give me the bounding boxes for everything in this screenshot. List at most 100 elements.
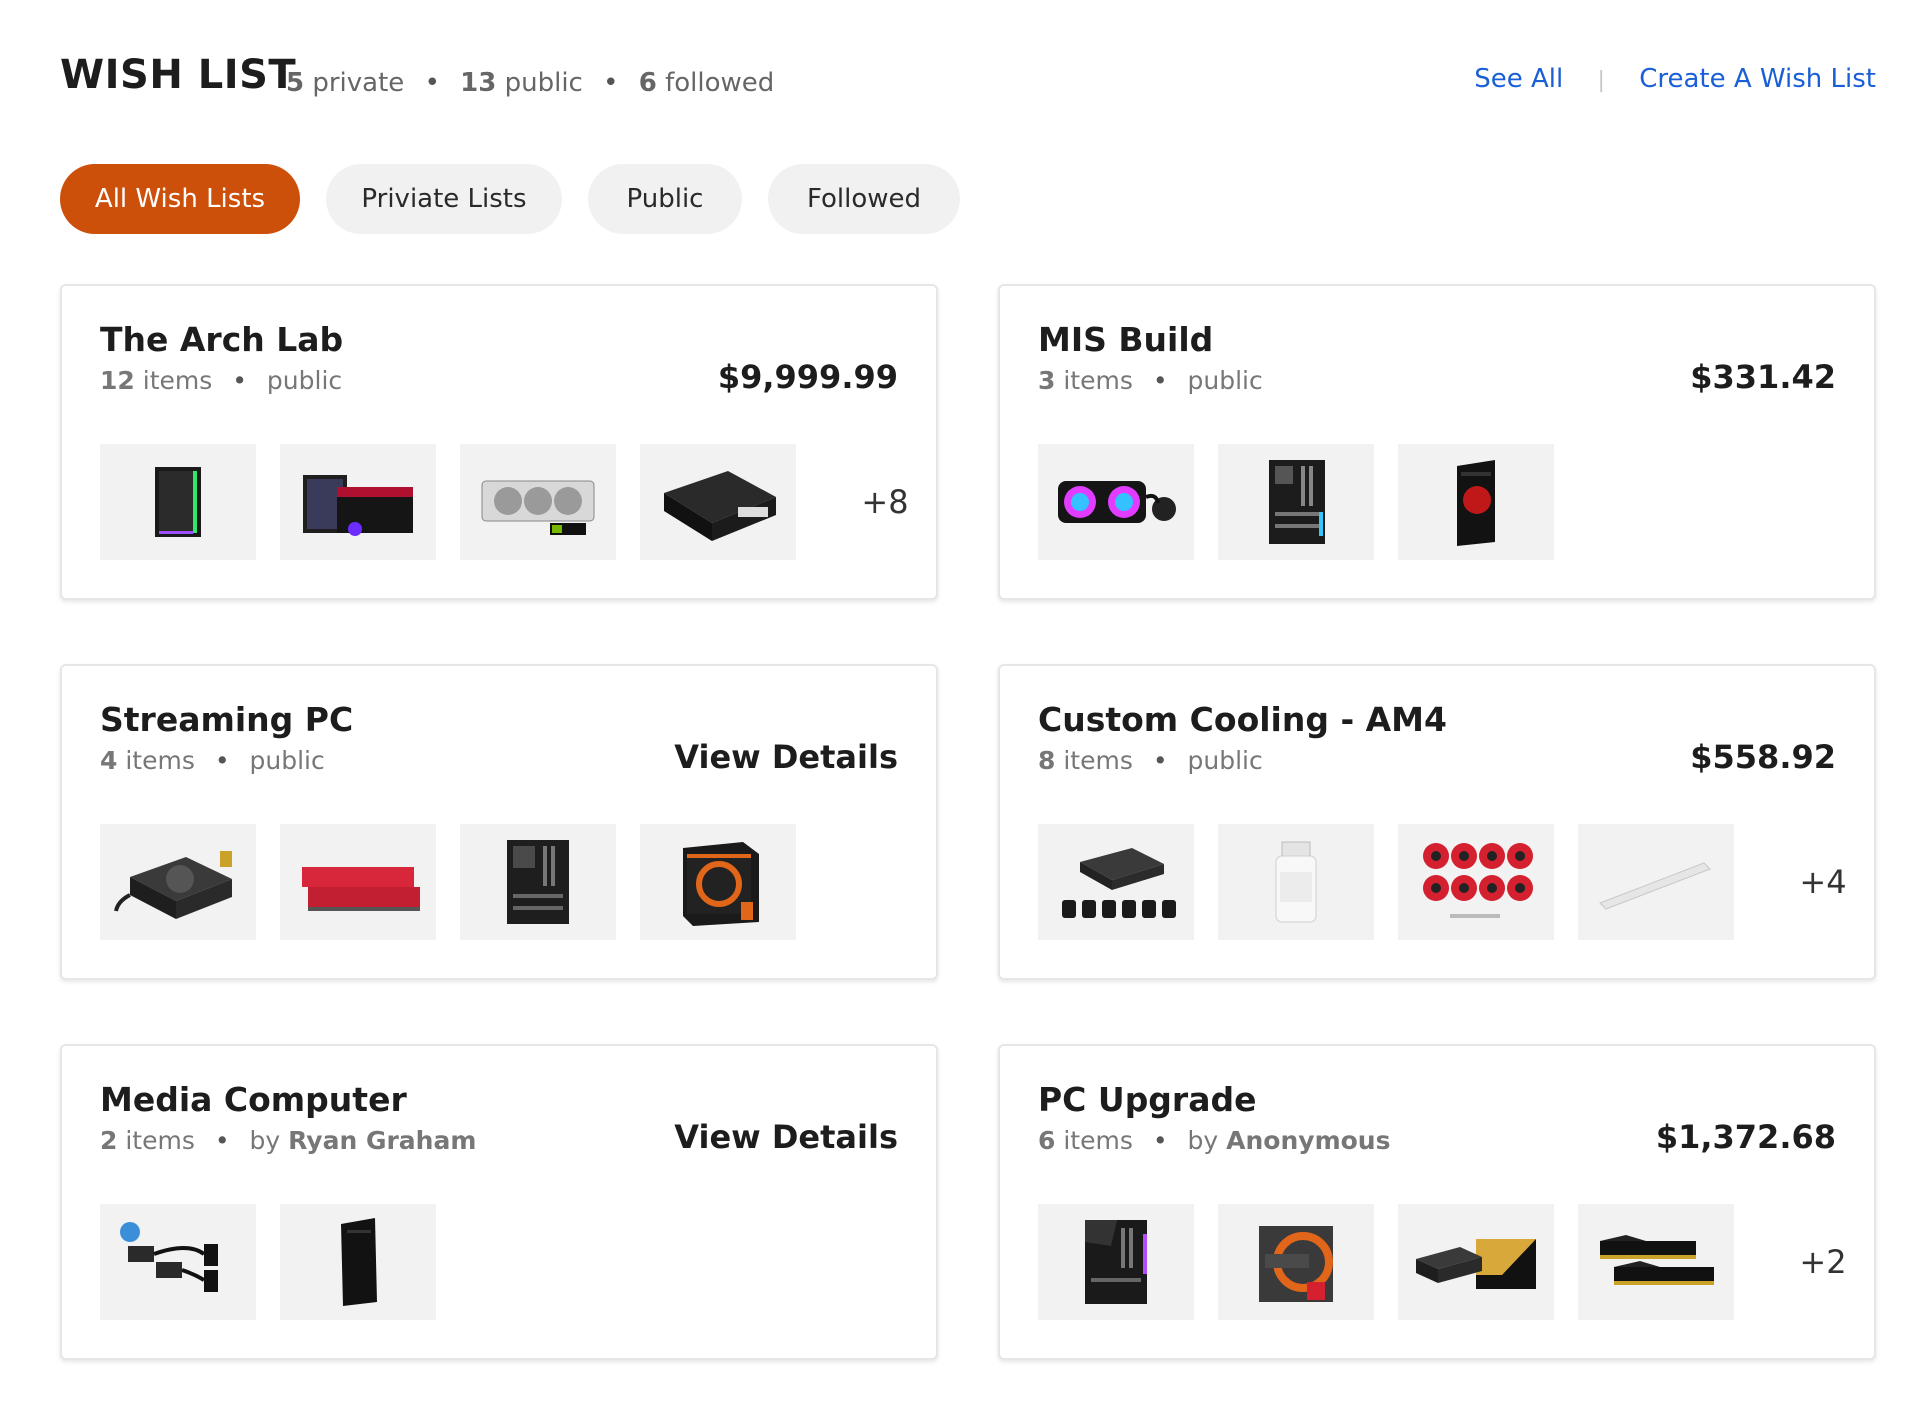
visibility-label: public: [249, 746, 325, 775]
tab-public[interactable]: Public: [588, 164, 742, 234]
separator-dot: •: [232, 366, 247, 395]
item-count-label: items: [125, 746, 195, 775]
separator-dot: •: [603, 68, 619, 98]
view-details-button[interactable]: View Details: [674, 738, 898, 776]
visibility-label: public: [266, 366, 343, 395]
see-all-link[interactable]: See All: [1474, 64, 1563, 94]
total-price: $9,999.99: [717, 358, 898, 396]
graphics-card-icon[interactable]: [460, 444, 616, 560]
item-count: 8: [1038, 746, 1056, 775]
separator-dot: •: [1152, 1126, 1168, 1155]
separator-dot: •: [1152, 366, 1168, 395]
more-items-count[interactable]: +2: [1758, 1204, 1888, 1320]
liquid-cooler-icon[interactable]: [1038, 444, 1194, 560]
pc-case-icon[interactable]: [1398, 444, 1554, 560]
wish-list-card-media-computer[interactable]: Media Computer 2 items • by Ryan Graham …: [60, 1044, 938, 1360]
card-meta: 12 items • public: [100, 366, 342, 395]
power-supply-icon[interactable]: [640, 444, 796, 560]
card-title: Media Computer: [100, 1080, 407, 1119]
item-count: 6: [1038, 1126, 1056, 1155]
cpu-box-icon[interactable]: [1218, 1204, 1374, 1320]
tube-icon[interactable]: [1578, 824, 1734, 940]
separator-dot: •: [214, 746, 230, 775]
by-label: by: [1187, 1126, 1219, 1155]
private-label: private: [312, 68, 405, 98]
card-meta: 8 items • public: [1038, 746, 1263, 775]
fittings-icon[interactable]: [1398, 824, 1554, 940]
followed-count: 6: [638, 68, 657, 98]
total-price: $558.92: [1690, 738, 1836, 776]
item-count: 4: [100, 746, 118, 775]
private-count: 5: [286, 68, 305, 98]
card-meta: 6 items • by Anonymous: [1038, 1126, 1390, 1155]
card-title: PC Upgrade: [1038, 1080, 1257, 1119]
visibility-label: public: [1187, 366, 1263, 395]
item-count: 2: [100, 1126, 118, 1155]
total-price: $331.42: [1690, 358, 1836, 396]
wishlist-stats: 5 private • 13 public • 6 followed: [286, 68, 774, 98]
tower-pc-icon[interactable]: [280, 1204, 436, 1320]
ram-icon[interactable]: [1578, 1204, 1734, 1320]
motherboard-icon[interactable]: [1038, 1204, 1194, 1320]
card-title: Custom Cooling - AM4: [1038, 700, 1447, 739]
public-label: public: [504, 68, 583, 98]
public-count: 13: [460, 68, 497, 98]
product-thumbnails: [1038, 444, 1554, 560]
cpu-box-icon[interactable]: [640, 824, 796, 940]
item-count-label: items: [142, 366, 213, 395]
author-name: Ryan Graham: [288, 1126, 477, 1155]
motherboard-icon[interactable]: [1218, 444, 1374, 560]
followed-label: followed: [665, 68, 775, 98]
product-thumbnails: [100, 1204, 436, 1320]
product-thumbnails: +4: [1038, 824, 1888, 940]
wish-list-card-mis-build[interactable]: MIS Build 3 items • public $331.42: [998, 284, 1876, 600]
card-meta: 4 items • public: [100, 746, 325, 775]
by-label: by: [249, 1126, 281, 1155]
item-count-label: items: [1063, 366, 1133, 395]
motherboard-box-icon[interactable]: [280, 444, 436, 560]
item-count: 3: [1038, 366, 1056, 395]
card-title: The Arch Lab: [100, 320, 344, 359]
link-separator: |: [1597, 68, 1605, 93]
page-title: WISH LIST: [60, 52, 297, 98]
more-items-count[interactable]: +8: [820, 444, 950, 560]
tab-private-lists[interactable]: Priviate Lists: [326, 164, 562, 234]
adapter-cable-icon[interactable]: [100, 1204, 256, 1320]
card-title: MIS Build: [1038, 320, 1214, 359]
visibility-label: public: [1187, 746, 1263, 775]
ram-icon[interactable]: [280, 824, 436, 940]
wish-list-card-pc-upgrade[interactable]: PC Upgrade 6 items • by Anonymous $1,372…: [998, 1044, 1876, 1360]
total-price: $1,372.68: [1655, 1118, 1836, 1156]
item-count-label: items: [1063, 1126, 1133, 1155]
power-supply-icon[interactable]: [100, 824, 256, 940]
product-thumbnails: +8: [100, 444, 950, 560]
tab-followed[interactable]: Followed: [768, 164, 960, 234]
separator-dot: •: [424, 68, 440, 98]
item-count-label: items: [1063, 746, 1133, 775]
fan-hub-icon[interactable]: [1038, 824, 1194, 940]
header-links: See All | Create A Wish List: [1474, 64, 1876, 94]
item-count: 12: [100, 366, 135, 395]
separator-dot: •: [1152, 746, 1168, 775]
wishlist-header: WISH LIST 5 private • 13 public • 6 foll…: [60, 50, 1876, 110]
separator-dot: •: [214, 1126, 230, 1155]
create-wish-list-link[interactable]: Create A Wish List: [1639, 64, 1876, 94]
card-meta: 3 items • public: [1038, 366, 1263, 395]
pc-case-icon[interactable]: [100, 444, 256, 560]
author-name: Anonymous: [1226, 1126, 1391, 1155]
card-meta: 2 items • by Ryan Graham: [100, 1126, 476, 1155]
wish-list-card-streaming-pc[interactable]: Streaming PC 4 items • public View Detai…: [60, 664, 938, 980]
card-title: Streaming PC: [100, 700, 354, 739]
item-count-label: items: [125, 1126, 195, 1155]
filter-tabs: All Wish Lists Priviate Lists Public Fol…: [60, 164, 960, 234]
coolant-bottle-icon[interactable]: [1218, 824, 1374, 940]
motherboard-icon[interactable]: [460, 824, 616, 940]
power-supply-icon[interactable]: [1398, 1204, 1554, 1320]
wish-list-card-the-arch-lab[interactable]: The Arch Lab 12 items • public $9,999.99…: [60, 284, 938, 600]
tab-all-wish-lists[interactable]: All Wish Lists: [60, 164, 300, 234]
more-items-count[interactable]: +4: [1758, 824, 1888, 940]
wish-list-card-custom-cooling-am4[interactable]: Custom Cooling - AM4 8 items • public $5…: [998, 664, 1876, 980]
view-details-button[interactable]: View Details: [674, 1118, 898, 1156]
product-thumbnails: [100, 824, 796, 940]
product-thumbnails: +2: [1038, 1204, 1888, 1320]
